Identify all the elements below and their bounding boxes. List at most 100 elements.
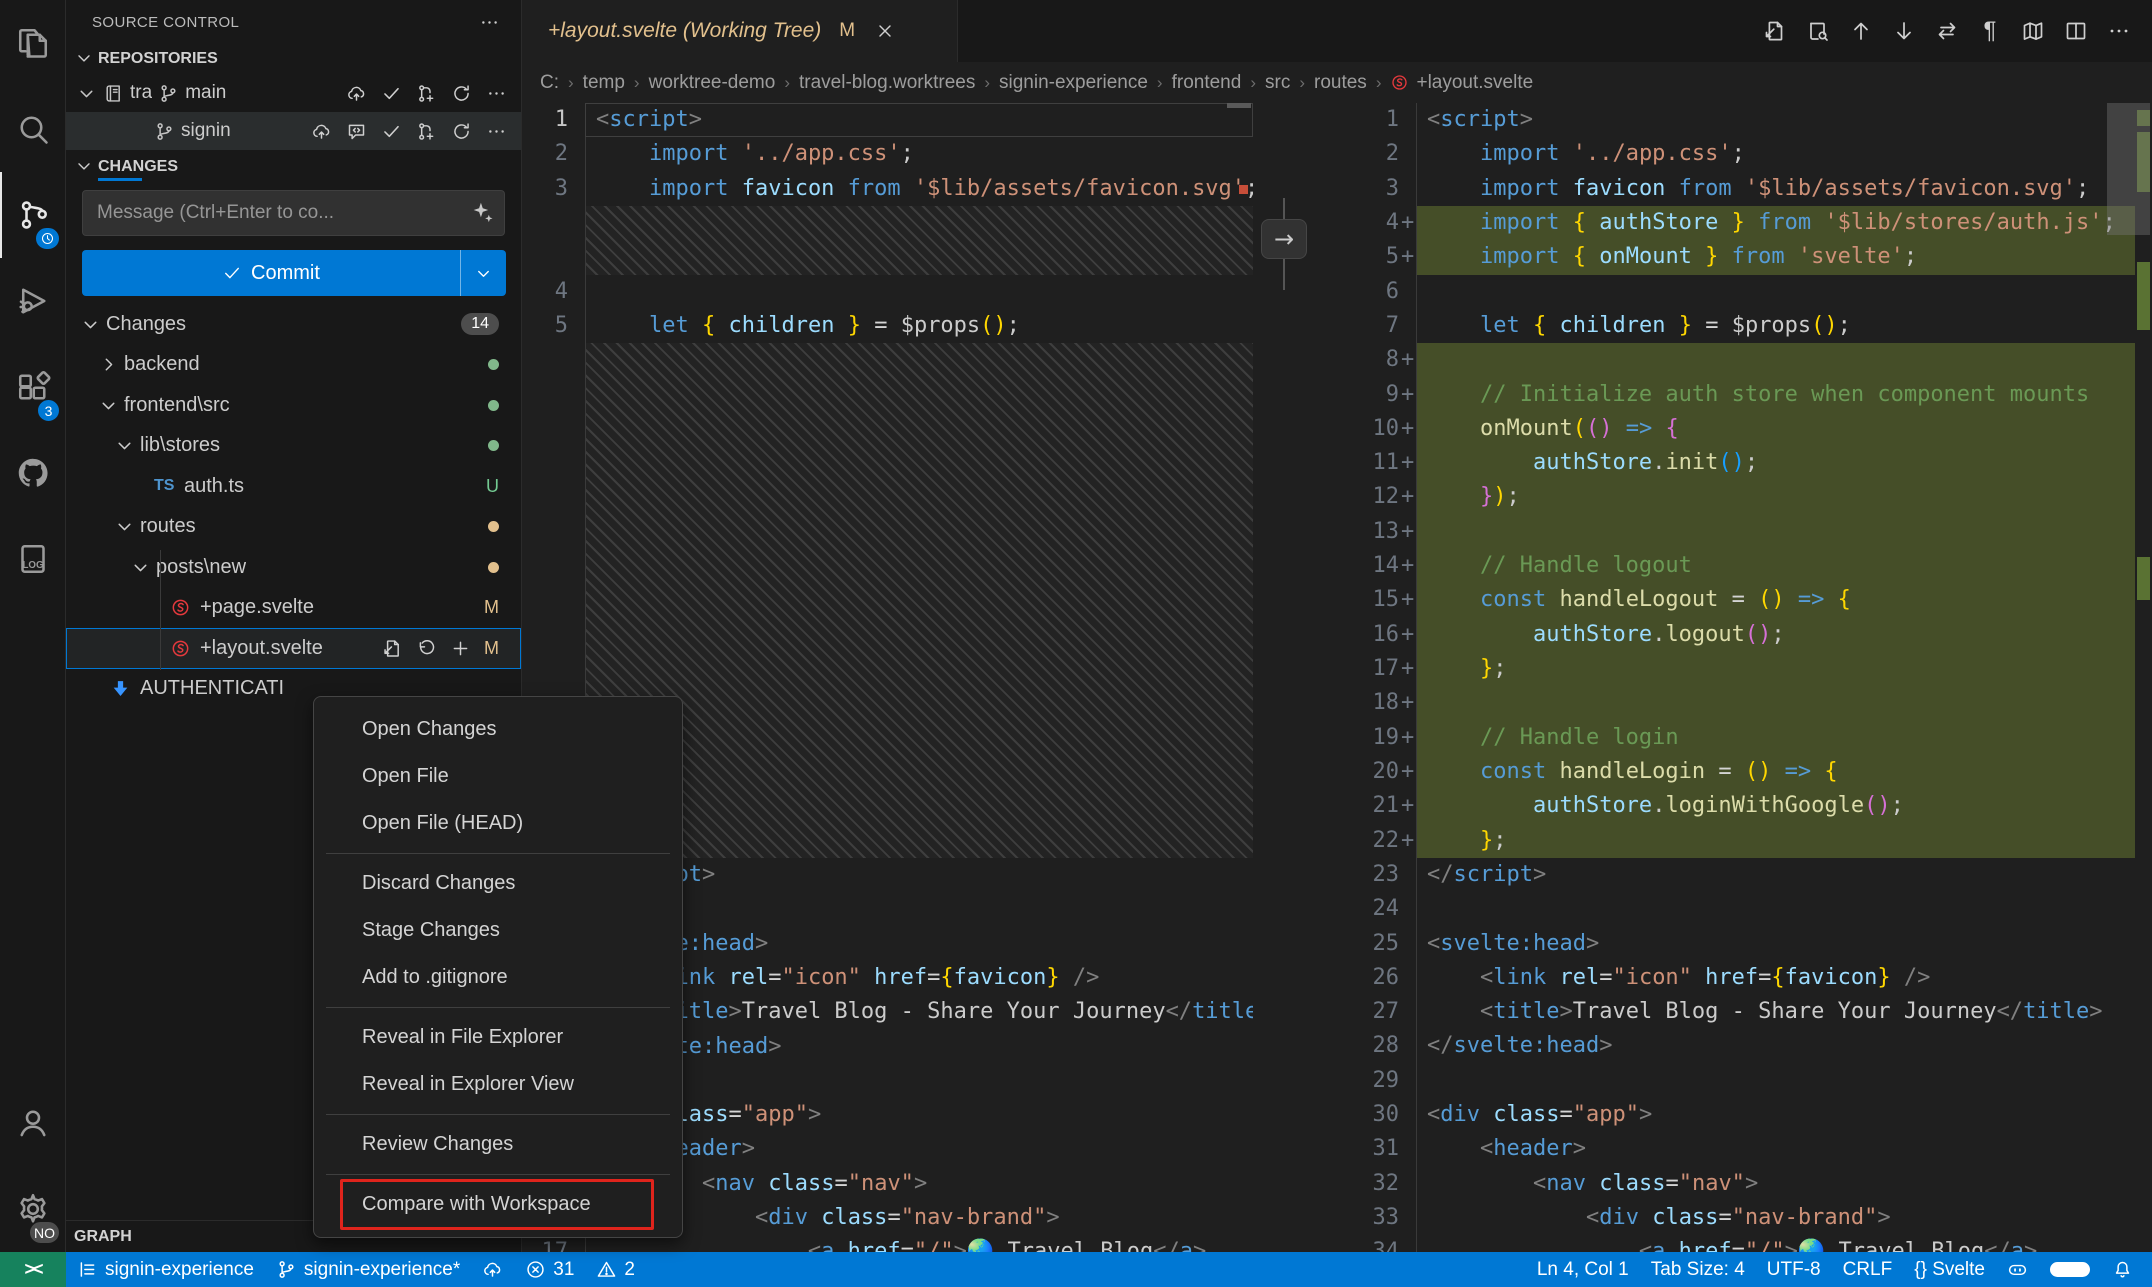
breadcrumb-separator: › <box>1376 73 1382 93</box>
activity-item-log-viewer[interactable]: LOG <box>0 516 65 602</box>
menu-item-open-file-head[interactable]: Open File (HEAD) <box>314 800 682 847</box>
breadcrumb-item-4[interactable]: signin-experience <box>999 72 1148 94</box>
breadcrumb-separator: › <box>568 73 574 93</box>
repo-row-worktree-signin[interactable]: signin <box>66 112 521 150</box>
comment-icon[interactable] <box>345 120 367 142</box>
more-actions-icon[interactable] <box>475 8 503 36</box>
diff-modified-editor[interactable]: 1<script>2 import '../app.css';3 import … <box>1353 103 2152 1252</box>
status-notifications[interactable] <box>2101 1252 2144 1287</box>
map-icon[interactable] <box>2016 14 2050 48</box>
swap-icon[interactable] <box>1930 14 1964 48</box>
code-content: }); <box>1416 480 2152 514</box>
status-cursor-position[interactable]: Ln 4, Col 1 <box>1526 1252 1640 1287</box>
menu-item-discard-changes[interactable]: Discard Changes <box>314 860 682 907</box>
breadcrumb-item-5[interactable]: frontend <box>1172 72 1242 94</box>
more-icon[interactable] <box>485 120 507 142</box>
sidebar-item-layout-svelte[interactable]: +layout.svelteM <box>66 628 521 669</box>
cloud-upload-icon[interactable] <box>345 82 367 104</box>
menu-item-open-file[interactable]: Open File <box>314 753 682 800</box>
commit-message-input[interactable] <box>82 190 505 236</box>
more-icon[interactable] <box>2102 14 2136 48</box>
sidebar-item-lib-stores[interactable]: lib\stores <box>66 426 521 467</box>
commit-button[interactable]: Commit <box>82 250 506 296</box>
commit-dropdown[interactable] <box>460 250 506 296</box>
activity-item-github[interactable] <box>0 430 65 516</box>
activity-item-run-and-debug[interactable] <box>0 258 65 344</box>
cloud-upload-icon[interactable] <box>310 120 332 142</box>
status-eol[interactable]: CRLF <box>1832 1252 1904 1287</box>
menu-item-reveal-in-explorer-view[interactable]: Reveal in Explorer View <box>314 1061 682 1108</box>
code-content: <link rel="icon" href={favicon} /> <box>1416 961 2152 995</box>
status-branch[interactable]: signin-experience* <box>265 1252 471 1287</box>
status-encoding[interactable]: UTF-8 <box>1756 1252 1832 1287</box>
code-line: 4+ import { authStore } from '$lib/store… <box>1353 206 2152 240</box>
arrow-down-icon[interactable] <box>1887 14 1921 48</box>
sparkle-icon[interactable] <box>469 199 495 231</box>
changes-section-header[interactable]: CHANGES <box>66 150 521 184</box>
repo-row-repo-travel-blog[interactable]: tramain <box>66 74 521 112</box>
refresh-icon[interactable] <box>450 82 472 104</box>
menu-item-reveal-in-file-explorer[interactable]: Reveal in File Explorer <box>314 1014 682 1061</box>
status-copilot[interactable] <box>1996 1252 2039 1287</box>
status-errors[interactable]: 31 <box>514 1252 585 1287</box>
breadcrumb-file[interactable]: +layout.svelte <box>1390 72 1533 94</box>
git-merge-plus-icon[interactable] <box>415 82 437 104</box>
sidebar-item-backend[interactable]: backend <box>66 345 521 386</box>
check-icon[interactable] <box>380 120 402 142</box>
close-icon[interactable] <box>871 17 899 45</box>
activity-item-extensions[interactable]: 3 <box>0 344 65 430</box>
breadcrumb-item-2[interactable]: worktree-demo <box>649 72 776 94</box>
menu-item-compare-with-workspace[interactable]: Compare with Workspace <box>314 1181 682 1228</box>
repositories-section-header[interactable]: REPOSITORIES <box>66 44 521 74</box>
menu-item-open-changes[interactable]: Open Changes <box>314 706 682 753</box>
revert-block-button[interactable]: → <box>1261 219 1307 259</box>
activity-item-search[interactable] <box>0 86 65 172</box>
activity-item-settings[interactable]: NO <box>0 1166 65 1252</box>
split-editor-icon[interactable] <box>2059 14 2093 48</box>
chevron-down-icon[interactable] <box>76 83 97 104</box>
activity-item-explorer[interactable] <box>0 0 65 86</box>
menu-item-stage-changes[interactable]: Stage Changes <box>314 907 682 954</box>
status-copilot-usage[interactable] <box>2039 1252 2101 1287</box>
breadcrumb-item-7[interactable]: routes <box>1314 72 1367 94</box>
sidebar-item-frontend-src[interactable]: frontend\src <box>66 385 521 426</box>
status-language-mode[interactable]: {} Svelte <box>1903 1252 1996 1287</box>
status-workspace[interactable]: signin-experience <box>66 1252 265 1287</box>
status-indentation[interactable]: Tab Size: 4 <box>1640 1252 1756 1287</box>
open-file-icon[interactable] <box>380 636 404 660</box>
tab-layout-svelte[interactable]: +layout.svelte (Working Tree) M <box>522 0 958 62</box>
refresh-icon[interactable] <box>450 120 472 142</box>
code-content: <header> <box>585 1132 1253 1166</box>
activity-item-source-control[interactable] <box>0 172 65 258</box>
status-publish[interactable] <box>471 1252 514 1287</box>
git-merge-plus-icon[interactable] <box>415 120 437 142</box>
sidebar-item-posts-new[interactable]: posts\new <box>66 547 521 588</box>
sidebar-item-routes[interactable]: routes <box>66 507 521 548</box>
breadcrumb-item-3[interactable]: travel-blog.worktrees <box>799 72 975 94</box>
menu-item-add-to-gitignore[interactable]: Add to .gitignore <box>314 954 682 1001</box>
check-icon[interactable] <box>380 82 402 104</box>
discard-icon[interactable] <box>414 636 438 660</box>
menu-item-review-changes[interactable]: Review Changes <box>314 1121 682 1168</box>
remote-indicator[interactable]: >< <box>0 1252 66 1287</box>
scrollbar-thumb[interactable] <box>1227 103 1251 108</box>
line-number: 24 <box>1353 892 1399 926</box>
plus-icon[interactable] <box>448 636 472 660</box>
book-search-icon[interactable] <box>1801 14 1835 48</box>
sidebar-item-auth-ts[interactable]: TSauth.tsU <box>66 466 521 507</box>
activity-item-accounts[interactable] <box>0 1080 65 1166</box>
menu-separator <box>326 1174 670 1175</box>
breadcrumb-item-0[interactable]: C: <box>540 72 559 94</box>
status-warnings[interactable]: 2 <box>585 1252 646 1287</box>
open-file-icon[interactable] <box>1758 14 1792 48</box>
breadcrumb-item-1[interactable]: temp <box>583 72 625 94</box>
arrow-up-icon[interactable] <box>1844 14 1878 48</box>
sidebar-item-page-svelte[interactable]: +page.svelteM <box>66 588 521 629</box>
pilcrow-icon[interactable]: ¶ <box>1973 14 2007 48</box>
code-content: <nav class="nav"> <box>1416 1167 2152 1201</box>
code-content: <nav class="nav"> <box>585 1167 1253 1201</box>
scrollbar-thumb[interactable] <box>2107 103 2150 235</box>
more-icon[interactable] <box>485 82 507 104</box>
sidebar-item-changes-group[interactable]: Changes14 <box>66 304 521 345</box>
breadcrumb-item-6[interactable]: src <box>1265 72 1290 94</box>
